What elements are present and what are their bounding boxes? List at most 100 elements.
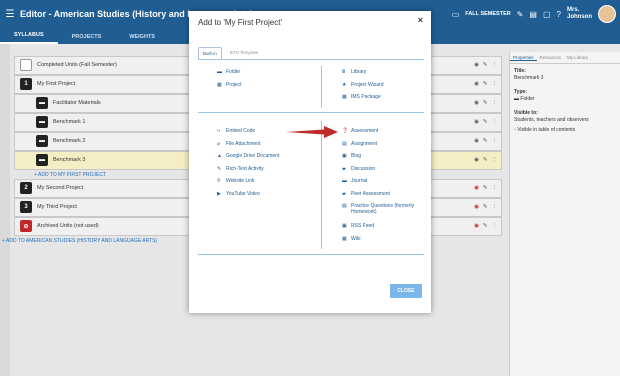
visible-label: Visible to: [514,110,538,116]
option-rss-feed[interactable]: ▣ RSS Feed [342,223,426,236]
option-google-drive[interactable]: ▲ Google Drive Document [217,153,279,166]
project-number-badge: 1 [20,78,32,91]
more-vertical-icon[interactable]: ⋮ [492,81,498,87]
option-file-attachment[interactable]: ⌀ File Attachment [217,141,279,154]
more-vertical-icon[interactable]: ⋮ [492,138,498,144]
tab-projects[interactable]: PROJECTS [58,34,116,44]
dialog-title: Add to 'My First Project' [198,18,282,27]
annotation-arrow-icon [286,126,338,138]
journal-icon: ▬ [342,178,347,184]
more-vertical-icon[interactable]: ⋮ [492,62,498,68]
tab-my-library[interactable]: My Library [564,55,591,60]
column-divider [321,66,322,108]
tab-resources[interactable]: Resources [537,55,565,60]
pencil-icon[interactable]: ✎ [483,100,488,106]
rss-icon: ▣ [342,223,347,229]
pencil-icon[interactable]: ✎ [483,62,488,68]
option-website-link[interactable]: ⚲ Website Link [217,178,279,191]
assignment-icon: ▤ [342,140,347,147]
tab-properties[interactable]: Properties [510,55,537,61]
google-drive-icon: ▲ [217,153,222,159]
folder-icon: ▬ [36,135,48,148]
tab-syllabus[interactable]: SYLLABUS [0,32,58,44]
folder-icon: ▬ [36,97,48,110]
option-practice-questions[interactable]: ▤ Practice Questions (formerly Homework) [342,203,426,223]
eye-icon[interactable]: ◉ [474,138,479,144]
practice-icon: ▤ [342,203,347,209]
title-value: Benchmark 3 [514,75,544,81]
option-rich-text[interactable]: ✎ Rich-Text Activity [217,166,279,179]
header-actions: ▭ FALL SEMESTER ✎ ▤ ▢ ? Mrs. Johnson [452,0,620,28]
youtube-icon: ▶ [217,190,221,197]
project-number-badge: 2 [20,182,32,195]
section1-right: Ⅲ Library ★ Project Wizard ▦ IMS Package [342,69,384,107]
more-vertical-icon[interactable]: ⋮ [492,119,498,125]
archive-ban-icon: ⊘ [20,220,32,233]
option-wiki[interactable]: ▦ Wiki [342,236,426,249]
divider [198,254,424,255]
package-icon: ▦ [342,94,347,100]
option-project-wizard[interactable]: ★ Project Wizard [342,82,384,95]
section1-left: ▬ Folder ▦ Project [217,69,242,94]
option-peer-assessment[interactable]: ▰ Peer Assessment [342,191,426,204]
pencil-icon[interactable]: ✎ [483,185,488,191]
wiki-icon: ▦ [342,235,347,242]
folder-icon: ▬ [217,69,222,75]
properties-panel: Properties Resources My Library Title: B… [509,52,620,376]
option-discussion[interactable]: ▰ Discussion [342,166,426,179]
project-number-badge: 3 [20,201,32,214]
blog-icon: ▣ [342,153,347,159]
eye-slash-icon[interactable]: ◉ [474,223,479,229]
eye-icon[interactable]: ◉ [474,81,479,87]
visible-toc-option[interactable]: ◦ Visible in table of contents [514,127,616,133]
close-icon[interactable]: × [418,15,423,25]
eye-icon[interactable]: ◉ [474,62,479,68]
column-divider [321,121,322,249]
pencil-icon[interactable]: ✎ [483,119,488,125]
wrench-icon[interactable]: ✎ [517,10,524,19]
calendar-button-icon[interactable]: ▢ [543,10,551,19]
option-assignment[interactable]: ▤ Assignment [342,141,426,154]
more-vertical-icon[interactable]: ⋮ [492,185,498,191]
option-folder[interactable]: ▬ Folder [217,69,242,82]
peer-icon: ▰ [342,190,346,197]
eye-slash-icon[interactable]: ◉ [474,204,479,210]
eye-icon[interactable]: ◉ [474,157,479,163]
option-journal[interactable]: ▬ Journal [342,178,426,191]
visible-value: Students, teachers and observers [514,117,589,123]
pencil-icon[interactable]: ✎ [483,138,488,144]
document-icon[interactable]: ▤ [529,10,537,19]
pencil-icon[interactable]: ✎ [483,204,488,210]
pencil-icon[interactable]: ✎ [483,81,488,87]
menu-icon[interactable]: ☰ [0,9,20,20]
eye-icon[interactable]: ◉ [474,119,479,125]
help-icon[interactable]: ? [557,10,561,19]
more-vertical-icon[interactable]: ⋮ [492,100,498,106]
semester-selector[interactable]: FALL SEMESTER [465,11,510,17]
option-project[interactable]: ▦ Project [217,82,242,95]
option-library[interactable]: Ⅲ Library [342,69,384,82]
close-button[interactable]: CLOSE [390,284,422,298]
eye-icon[interactable]: ◉ [474,100,479,106]
section2-left: ‹› Embed Code ⌀ File Attachment ▲ Google Dr… [217,128,279,203]
option-embed-code[interactable]: ‹› Embed Code [217,128,279,141]
type-value: ▬ Folder [514,96,535,102]
avatar[interactable] [598,5,616,23]
pencil-icon[interactable]: ✎ [483,223,488,229]
option-ims-package[interactable]: ▦ IMS Package [342,94,384,107]
folder-icon: ▬ [36,116,48,129]
pencil-icon: ✎ [217,165,222,172]
eye-slash-icon[interactable]: ◉ [474,185,479,191]
tab-weights[interactable]: WEIGHTS [115,34,169,44]
section2-right: ❓ Assessment ▤ Assignment ▣ Blog ▰ Discussio… [342,128,426,248]
more-vertical-icon[interactable]: ⋮ [492,204,498,210]
unit-check-icon [20,59,32,72]
question-icon: ❓ [342,128,349,134]
user-name[interactable]: Mrs. Johnson [567,7,592,21]
more-vertical-icon[interactable]: ⋮ [492,223,498,229]
more-vertical-icon[interactable]: ⋮ [492,157,498,163]
option-blog[interactable]: ▣ Blog [342,153,426,166]
option-assessment[interactable]: ❓ Assessment [342,128,426,141]
option-youtube[interactable]: ▶ YouTube Video [217,191,279,204]
pencil-icon[interactable]: ✎ [483,157,488,163]
